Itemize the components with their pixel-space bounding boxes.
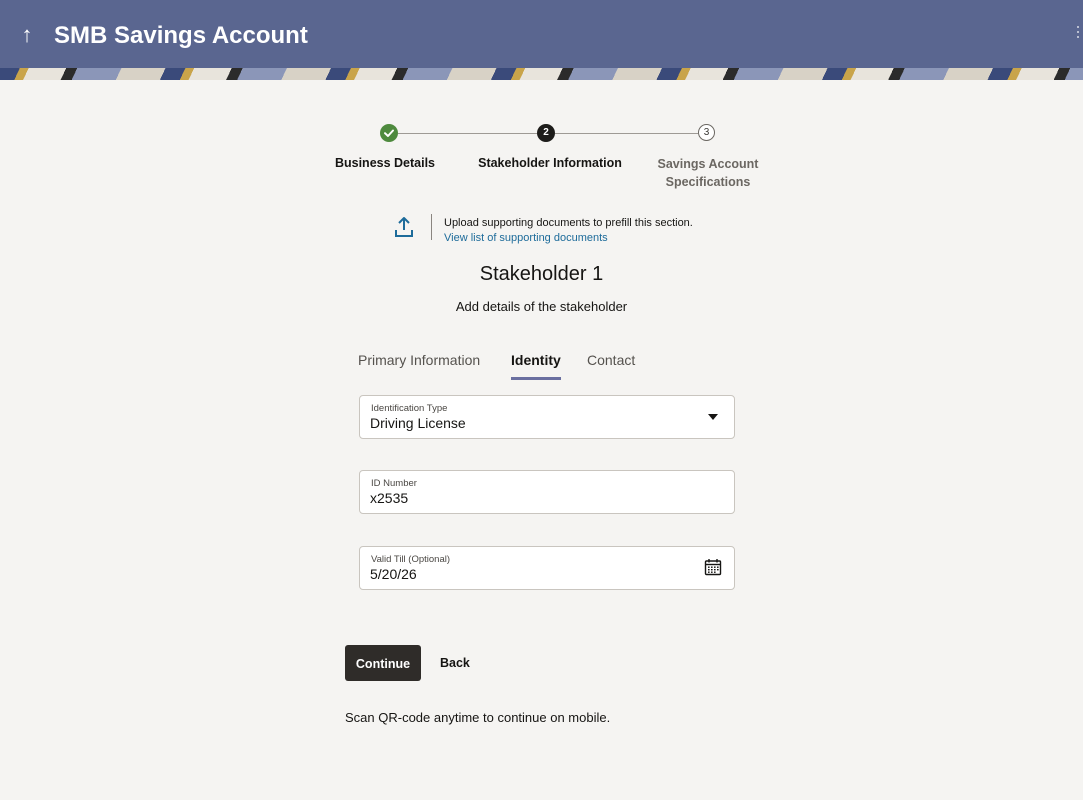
field-label: ID Number	[371, 478, 417, 489]
field-value: 5/20/26	[370, 566, 417, 582]
upload-hint-text: Upload supporting documents to prefill t…	[444, 217, 693, 229]
tab-identity[interactable]: Identity	[511, 352, 561, 368]
field-value: Driving License	[370, 415, 466, 431]
field-label: Valid Till (Optional)	[371, 554, 451, 565]
up-arrow-icon[interactable]: ↑	[16, 20, 38, 50]
step-label-stakeholder-information: Stakeholder Information	[478, 156, 622, 170]
header-decoration	[0, 68, 1083, 80]
supporting-documents-link[interactable]: View list of supporting documents	[444, 232, 608, 244]
section-subtitle: Add details of the stakeholder	[455, 299, 628, 314]
chevron-down-icon[interactable]	[708, 414, 718, 420]
step-label-business-details: Business Details	[334, 156, 436, 170]
app-header: ↑ SMB Savings Account	[0, 0, 1083, 80]
step-connector	[398, 133, 537, 134]
progress-stepper: 2 3 Business Details Stakeholder Informa…	[330, 120, 760, 190]
active-tab-indicator	[511, 377, 561, 380]
continue-button[interactable]: Continue	[345, 645, 421, 681]
section-title: Stakeholder 1	[479, 263, 604, 285]
identification-type-select[interactable]: Identification Type Driving License	[359, 395, 735, 439]
step-connector	[555, 133, 698, 134]
step-complete-check-icon	[380, 124, 398, 142]
tab-primary-information[interactable]: Primary Information	[358, 352, 480, 368]
upload-icon[interactable]	[393, 215, 415, 239]
tab-contact[interactable]: Contact	[587, 352, 635, 368]
step-marker-pending: 3	[698, 124, 715, 141]
valid-till-date-field[interactable]: Valid Till (Optional) 5/20/26	[359, 546, 735, 590]
back-button[interactable]: Back	[440, 645, 484, 681]
id-number-field[interactable]: ID Number x2535	[359, 470, 735, 514]
qr-code-note: Scan QR-code anytime to continue on mobi…	[345, 710, 611, 725]
field-label: Identification Type	[371, 403, 448, 414]
kebab-menu-icon[interactable]	[1075, 26, 1081, 46]
field-value: x2535	[370, 490, 409, 506]
step-marker-active: 2	[537, 124, 555, 142]
divider	[431, 214, 432, 240]
step-label-savings-account-specifications: Savings Account Specifications	[657, 157, 759, 189]
calendar-icon[interactable]	[704, 558, 722, 576]
page-title: SMB Savings Account	[54, 22, 308, 49]
